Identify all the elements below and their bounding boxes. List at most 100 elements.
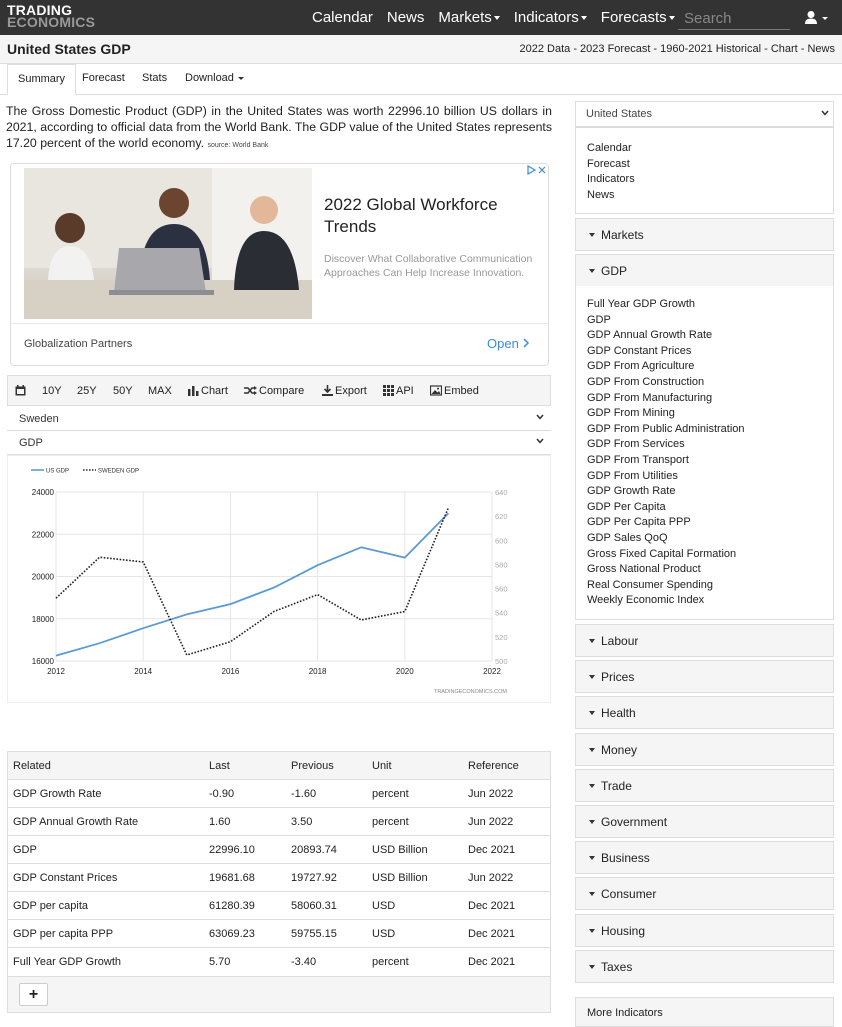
compare-indicator-select[interactable]: GDP bbox=[7, 431, 551, 455]
sidebar-section-labour[interactable]: Labour bbox=[575, 624, 834, 657]
data-point bbox=[230, 641, 232, 643]
tab-download[interactable]: Download bbox=[185, 72, 245, 84]
sidebar-section-housing[interactable]: Housing bbox=[575, 913, 834, 947]
sidebar-section-health[interactable]: Health bbox=[575, 696, 834, 730]
table-row[interactable]: GDP 22996.10 20893.74 USD Billion Dec 2021 bbox=[8, 836, 550, 864]
tab-summary[interactable]: Summary bbox=[7, 64, 77, 95]
range-max-button[interactable]: MAX bbox=[148, 385, 172, 397]
range-25y-button[interactable]: 25Y bbox=[77, 385, 97, 397]
table-row[interactable]: Full Year GDP Growth 5.70 -3.40 percent Dec … bbox=[8, 948, 550, 976]
sidebar-gdp-link[interactable]: Weekly Economic Index bbox=[587, 594, 704, 606]
table-row[interactable]: GDP per capita PPP 63069.23 59755.15 USD Dec… bbox=[8, 920, 550, 948]
related-indicator-link[interactable]: GDP per capita PPP bbox=[13, 928, 113, 940]
calendar-icon[interactable] bbox=[15, 385, 28, 397]
related-indicator-link[interactable]: GDP Annual Growth Rate bbox=[13, 816, 138, 828]
nav-indicators[interactable]: Indicators bbox=[514, 9, 587, 26]
sidebar-section-government[interactable]: Government bbox=[575, 805, 834, 838]
range-50y-button[interactable]: 50Y bbox=[113, 385, 133, 397]
table-row[interactable]: GDP Growth Rate -0.90 -1.60 percent Jun 2022 bbox=[8, 780, 550, 808]
sidebar-gdp-link[interactable]: GDP From Transport bbox=[587, 454, 689, 466]
sidebar-gdp-link[interactable]: GDP From Public Administration bbox=[587, 423, 745, 435]
sidebar-gdp-link[interactable]: GDP From Mining bbox=[587, 407, 675, 419]
sidebar-gdp-link[interactable]: GDP Sales QoQ bbox=[587, 532, 668, 544]
description-source[interactable]: source: World Bank bbox=[207, 142, 268, 149]
y-left-tick-label: 22000 bbox=[32, 530, 55, 539]
data-point bbox=[55, 655, 57, 657]
legend-label: SWEDEN GDP bbox=[98, 469, 139, 475]
api-button[interactable]: API bbox=[383, 385, 414, 397]
sidebar-gdp-link[interactable]: GDP From Agriculture bbox=[587, 360, 694, 372]
caret-down-icon bbox=[580, 16, 587, 21]
sidebar-link-indicators[interactable]: Indicators bbox=[587, 173, 635, 185]
sidebar-gdp-link[interactable]: Gross National Product bbox=[587, 563, 701, 575]
sidebar-link-calendar[interactable]: Calendar bbox=[587, 142, 632, 154]
nav-forecasts[interactable]: Forecasts bbox=[601, 9, 675, 26]
sidebar-section-markets[interactable]: Markets bbox=[575, 218, 834, 251]
tab-stats-label: Stats bbox=[142, 72, 168, 84]
sidebar-gdp-link[interactable]: GDP bbox=[587, 314, 611, 326]
more-indicators-button[interactable]: More Indicators bbox=[575, 997, 834, 1027]
ad-open-button[interactable]: Open bbox=[487, 336, 530, 351]
table-row[interactable]: GDP Annual Growth Rate 1.60 3.50 percent Jun… bbox=[8, 808, 550, 836]
adchoices-icon[interactable] bbox=[526, 164, 546, 177]
page-links[interactable]: 2022 Data - 2023 Forecast - 1960-2021 Hi… bbox=[520, 43, 835, 55]
sidebar-gdp-link[interactable]: Real Consumer Spending bbox=[587, 579, 713, 591]
shuffle-icon bbox=[244, 386, 257, 395]
user-menu[interactable] bbox=[804, 10, 832, 26]
sidebar-section-taxes[interactable]: Taxes bbox=[575, 949, 834, 983]
related-indicator-link[interactable]: GDP bbox=[13, 844, 37, 856]
ad-title[interactable]: 2022 Global Workforce Trends bbox=[324, 194, 534, 238]
sidebar-gdp-link[interactable]: GDP From Manufacturing bbox=[587, 392, 712, 404]
y-left-tick-label: 20000 bbox=[32, 573, 55, 582]
sidebar-gdp-link[interactable]: GDP Growth Rate bbox=[587, 485, 675, 497]
nav-markets[interactable]: Markets bbox=[438, 9, 500, 26]
nav-calendar[interactable]: Calendar bbox=[312, 9, 373, 26]
sidebar-gdp-link[interactable]: GDP From Construction bbox=[587, 376, 704, 388]
related-indicator-link[interactable]: GDP Constant Prices bbox=[13, 872, 117, 884]
related-indicator-link[interactable]: GDP per capita bbox=[13, 900, 88, 912]
sidebar-link-forecast[interactable]: Forecast bbox=[587, 158, 630, 170]
sidebar-section-trade[interactable]: Trade bbox=[575, 768, 834, 802]
country-select[interactable]: United States bbox=[575, 101, 834, 127]
sidebar-gdp-link[interactable]: Full Year GDP Growth bbox=[587, 298, 695, 310]
sidebar-section-prices[interactable]: Prices bbox=[575, 660, 834, 694]
table-row[interactable]: GDP per capita 61280.39 58060.31 USD Dec 202… bbox=[8, 892, 550, 920]
related-indicator-link[interactable]: GDP Growth Rate bbox=[13, 788, 101, 800]
adchoices-glyph bbox=[527, 164, 546, 176]
sidebar-gdp-link[interactable]: GDP Per Capita bbox=[587, 501, 666, 513]
grid-icon bbox=[383, 385, 394, 396]
embed-button[interactable]: Embed bbox=[429, 385, 479, 397]
tab-forecast[interactable]: Forecast bbox=[82, 72, 125, 84]
x-tick-label: 2016 bbox=[222, 667, 240, 676]
sidebar-section-gdp[interactable]: GDP bbox=[575, 254, 834, 287]
advertisement[interactable]: 2022 Global Workforce Trends Discover Wh… bbox=[10, 163, 549, 366]
related-table: Related Last Previous Unit Reference GDP… bbox=[7, 751, 551, 1013]
trading-economics-logo[interactable]: TRADING ECONOMICS bbox=[7, 3, 95, 29]
sidebar-section-business[interactable]: Business bbox=[575, 841, 834, 875]
related-indicator-link[interactable]: Full Year GDP Growth bbox=[13, 956, 121, 968]
sidebar-gdp-link[interactable]: GDP From Services bbox=[587, 438, 685, 450]
table-cell: 1.60 bbox=[209, 816, 231, 828]
sidebar-section-consumer[interactable]: Consumer bbox=[575, 877, 834, 911]
export-button[interactable]: Export bbox=[322, 385, 367, 397]
sidebar-section-money[interactable]: Money bbox=[575, 732, 834, 766]
sidebar-gdp-link[interactable]: Gross Fixed Capital Formation bbox=[587, 548, 736, 560]
tab-stats[interactable]: Stats bbox=[142, 72, 167, 84]
range-10y-button[interactable]: 10Y bbox=[42, 385, 62, 397]
caret-down-icon bbox=[589, 269, 595, 273]
sidebar-section-label: Government bbox=[601, 815, 668, 829]
chart-type-button[interactable]: Chart bbox=[188, 385, 228, 397]
add-indicator-button[interactable]: + bbox=[19, 983, 48, 1006]
compare-country-select[interactable]: Sweden bbox=[7, 407, 551, 431]
compare-button[interactable]: Compare bbox=[244, 385, 304, 397]
table-row[interactable]: GDP Constant Prices 19681.68 19727.92 USD B… bbox=[8, 864, 550, 892]
table-cell: Dec 2021 bbox=[468, 956, 516, 968]
data-point bbox=[448, 512, 450, 514]
sidebar-gdp-link[interactable]: GDP Per Capita PPP bbox=[587, 516, 691, 528]
sidebar-link-news[interactable]: News bbox=[587, 189, 615, 201]
sidebar-gdp-link[interactable]: GDP Constant Prices bbox=[587, 345, 691, 357]
search-input[interactable] bbox=[678, 8, 790, 30]
nav-news[interactable]: News bbox=[387, 9, 425, 26]
sidebar-gdp-link[interactable]: GDP Annual Growth Rate bbox=[587, 329, 712, 341]
sidebar-gdp-link[interactable]: GDP From Utilities bbox=[587, 470, 678, 482]
